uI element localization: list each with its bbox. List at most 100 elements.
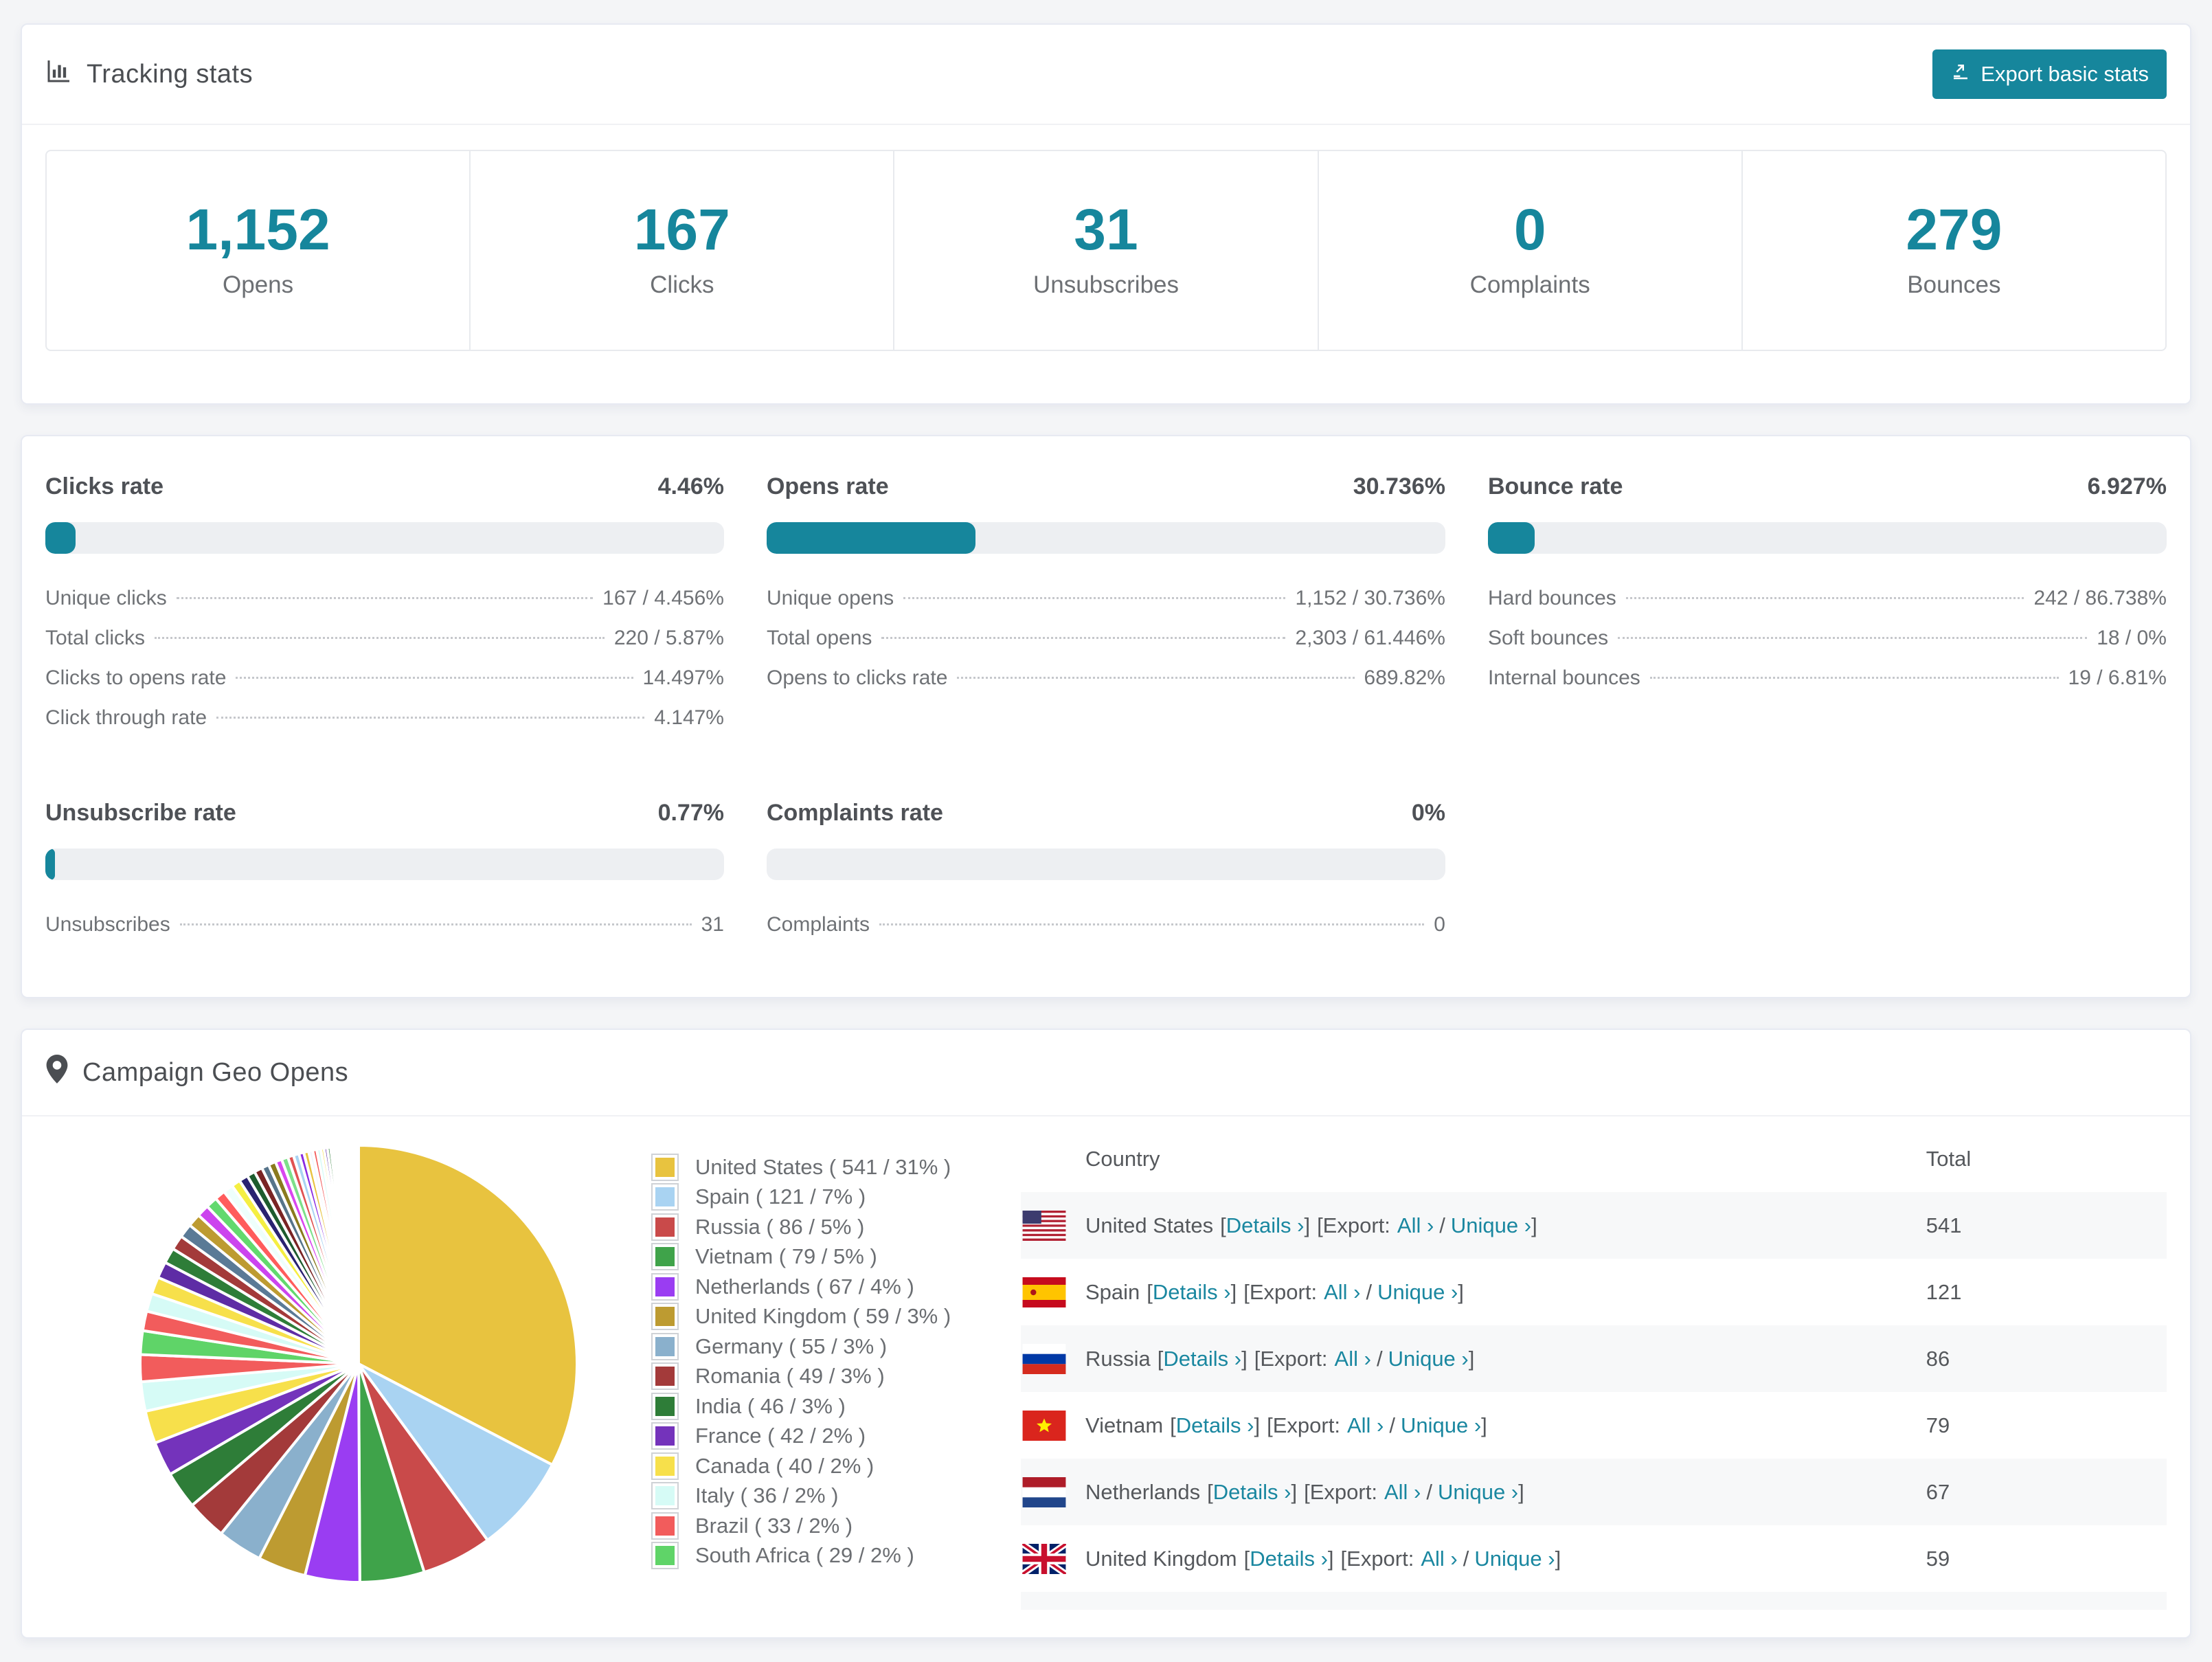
details-link[interactable]: Details ›	[1226, 1213, 1305, 1238]
stat-value: 279	[1906, 197, 2002, 262]
country-td: United Kingdom[Details ›] [Export: All › / U…	[1021, 1525, 1926, 1592]
legend-item-india: India ( 46 / 3% )	[651, 1391, 975, 1422]
stat-label: Unsubscribes	[1032, 271, 1180, 298]
flag-icon-gb	[1022, 1543, 1066, 1574]
export-unique-link[interactable]: Unique ›	[1401, 1413, 1481, 1438]
export-all-link[interactable]: All ›	[1324, 1280, 1360, 1305]
geo-body: United States ( 541 / 31% ) Spain ( 121 /…	[22, 1116, 2190, 1637]
slash: /	[1439, 1213, 1445, 1237]
rate-block-bounce-rate: Bounce rate 6.927% Hard bounces 242 / 86.73…	[1487, 473, 2167, 746]
legend-swatch	[651, 1452, 679, 1480]
rate-progress-bar	[45, 522, 724, 554]
rate-title: Opens rate	[766, 473, 889, 499]
stat-cell-bounces: 279 Bounces	[1741, 151, 2165, 350]
rate-detail-row: Soft bounces 18 / 0%	[1488, 627, 2167, 666]
export-all-link[interactable]: All ›	[1421, 1547, 1457, 1571]
rate-head: Complaints rate 0%	[767, 800, 1445, 827]
bracket: ]	[1531, 1213, 1537, 1237]
dotted-leader	[176, 597, 594, 599]
bracket: [	[1170, 1413, 1176, 1437]
bracket: [	[1243, 1546, 1250, 1571]
country-column-header: Country	[1085, 1147, 1160, 1171]
page: Tracking stats Export basic stats 1,152 O…	[0, 0, 2212, 1662]
legend-item-netherlands: Netherlands ( 67 / 4% )	[651, 1272, 975, 1302]
legend-item-france: France ( 42 / 2% )	[651, 1422, 975, 1452]
page-title: Tracking stats	[87, 59, 253, 89]
rate-progress-bar	[1487, 522, 2167, 554]
total-td: 541	[1926, 1192, 2167, 1259]
rate-detail-rows: Unsubscribes 31	[45, 913, 724, 953]
details-link[interactable]: Details ›	[1176, 1413, 1254, 1438]
geo-table-row-spain: Spain[Details ›] [Export: All › / Unique ›] 1…	[1021, 1259, 2167, 1325]
bracket: [	[1147, 1279, 1153, 1304]
total-td: 121	[1926, 1279, 1962, 1304]
rate-block-unsubscribe-rate: Unsubscribe rate 0.77% Unsubscribes 31	[45, 800, 724, 953]
stat-value: 0	[1513, 197, 1546, 262]
dotted-leader	[903, 597, 1286, 599]
legend-item-germany: Germany ( 55 / 3% )	[651, 1332, 975, 1362]
country-td	[1021, 1592, 1926, 1610]
export-button-label: Export basic stats	[1980, 62, 2149, 86]
dotted-leader	[879, 923, 1425, 925]
legend-item-brazil: Brazil ( 33 / 2% )	[651, 1511, 975, 1541]
export-all-link[interactable]: All ›	[1384, 1480, 1421, 1505]
geo-table-row-partial	[1021, 1592, 2167, 1610]
export-unique-link[interactable]: Unique ›	[1377, 1280, 1458, 1305]
rate-title: Clicks rate	[45, 473, 163, 499]
rate-progress-fill	[45, 522, 76, 554]
total-td	[1926, 1592, 2167, 1610]
total-column-header: Total	[1926, 1147, 1972, 1171]
tracking-stats-header: Tracking stats Export basic stats	[22, 25, 2190, 125]
rate-progress-fill	[766, 522, 975, 554]
slash: /	[1389, 1413, 1395, 1437]
stat-label: Bounces	[1907, 271, 2001, 298]
legend-item-spain: Spain ( 121 / 7% )	[651, 1182, 975, 1213]
country-name: Spain	[1085, 1279, 1140, 1304]
rate-detail-row: Complaints 0	[767, 913, 1445, 953]
bracket: ]	[1458, 1279, 1464, 1304]
details-link[interactable]: Details ›	[1213, 1480, 1291, 1505]
rate-progress-fill	[45, 849, 55, 880]
export-label: [Export:	[1243, 1279, 1318, 1304]
legend-item-united-states: United States ( 541 / 31% )	[651, 1152, 975, 1182]
rate-title: Unsubscribe rate	[45, 800, 236, 826]
legend-swatch	[651, 1303, 679, 1331]
details-link[interactable]: Details ›	[1250, 1547, 1328, 1571]
rate-progress-bar	[766, 522, 1445, 554]
bracket: ]	[1241, 1346, 1248, 1371]
export-all-link[interactable]: All ›	[1335, 1347, 1371, 1371]
detail-value: 220 / 5.87%	[613, 627, 724, 649]
rate-head: Clicks rate 4.46%	[45, 473, 724, 500]
country-td: Russia[Details ›] [Export: All › / Unique ›]	[1021, 1325, 1926, 1392]
country-td: Vietnam[Details ›] [Export: All › / Unique ›…	[1021, 1392, 1926, 1459]
rates-card: Clicks rate 4.46% Unique clicks 167 / 4.456…	[21, 435, 2191, 998]
geo-table: Country Total United States[Details ›] [E…	[1021, 1129, 2167, 1610]
flag-icon-us	[1022, 1210, 1066, 1241]
country-cell: Netherlands[Details ›] [Export: All › / Uniq…	[1021, 1476, 1926, 1507]
section-title: Campaign Geo Opens	[82, 1057, 349, 1087]
bracket: ]	[1230, 1279, 1237, 1304]
export-unique-link[interactable]: Unique ›	[1438, 1480, 1518, 1505]
stat-value: 1,152	[185, 197, 330, 262]
export-unique-link[interactable]: Unique ›	[1451, 1213, 1531, 1238]
export-unique-link[interactable]: Unique ›	[1474, 1547, 1555, 1571]
country-cell: Spain[Details ›] [Export: All › / Unique ›]	[1021, 1277, 1926, 1307]
details-link[interactable]: Details ›	[1153, 1280, 1231, 1305]
detail-value: 2,303 / 61.446%	[1295, 627, 1445, 649]
stat-label: Complaints	[1469, 271, 1590, 298]
country-cell: United States[Details ›] [Export: All › / Un…	[1021, 1210, 1926, 1241]
stat-cell-unsubscribes: 31 Unsubscribes	[893, 151, 1317, 350]
detail-label: Internal bounces	[1487, 666, 1640, 689]
export-all-link[interactable]: All ›	[1397, 1213, 1434, 1238]
export-basic-stats-button[interactable]: Export basic stats	[1932, 49, 2167, 99]
rate-value: 30.736%	[1353, 473, 1445, 499]
details-link[interactable]: Details ›	[1163, 1347, 1241, 1371]
flag-icon-vn	[1022, 1410, 1066, 1441]
legend-item-canada: Canada ( 40 / 2% )	[651, 1451, 975, 1481]
legend-item-russia: Russia ( 86 / 5% )	[651, 1212, 975, 1242]
rate-detail-rows: Complaints 0	[767, 913, 1445, 953]
export-unique-link[interactable]: Unique ›	[1388, 1347, 1469, 1371]
export-all-link[interactable]: All ›	[1347, 1413, 1384, 1438]
legend-label: Italy ( 36 / 2% )	[695, 1483, 839, 1508]
detail-label: Complaints	[766, 913, 870, 936]
